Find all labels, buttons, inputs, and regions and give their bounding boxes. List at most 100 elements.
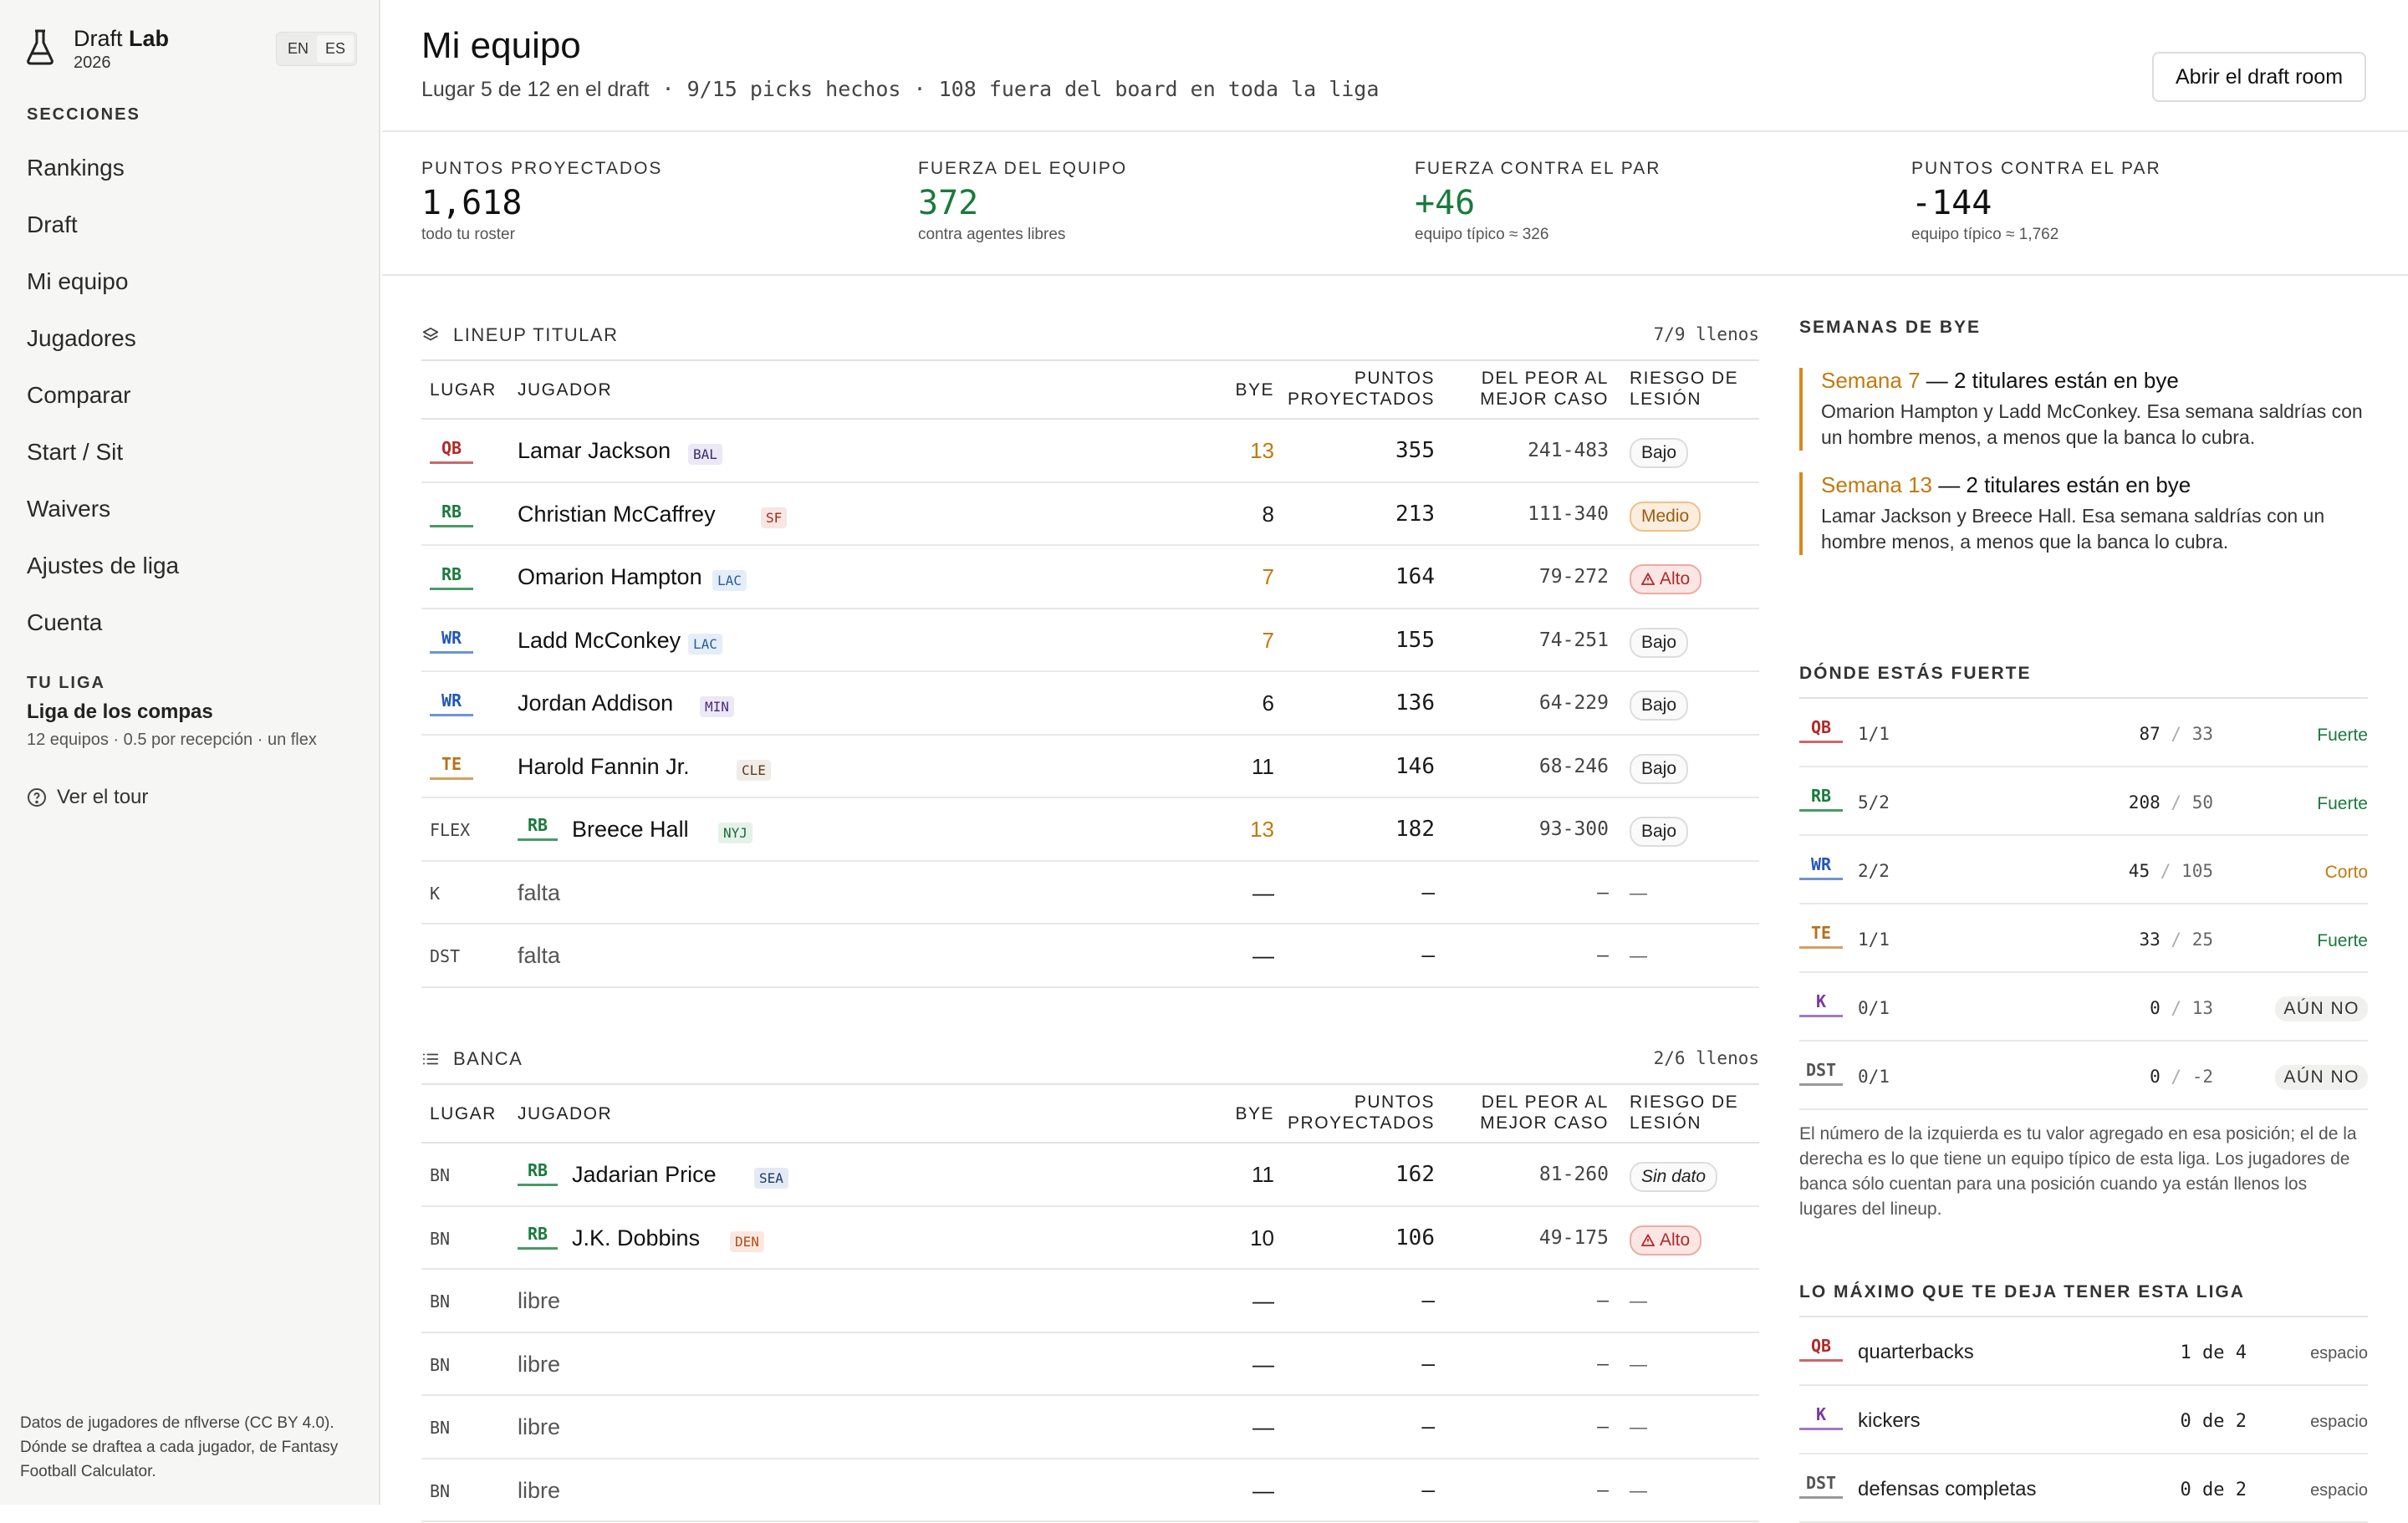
table-row[interactable]: BN libre — — — — [421, 1270, 1759, 1333]
table-row[interactable]: BN RB J.K. Dobbins DEN 10 106 49-175 Alto [421, 1207, 1759, 1270]
bye-week-card: Semana 7 — 2 titulares están en bye Omari… [1799, 368, 2368, 451]
bye-week: 7 [1262, 627, 1274, 653]
player-name[interactable]: Ladd McConkey [518, 628, 681, 654]
table-row[interactable]: DST falta — — — — [421, 924, 1759, 988]
position-badge: WR [1799, 854, 1843, 880]
projected-points: 136 [1395, 690, 1435, 716]
table-row[interactable]: BN RB Jadarian Price SEA 11 162 81-260 Sin dato [421, 1144, 1759, 1207]
stat-label: FUERZA CONTRA EL PAR [1415, 159, 1661, 178]
sidebar-item-cuenta[interactable]: Cuenta [27, 604, 361, 660]
team-badge: LAC [712, 570, 747, 591]
points-range: 81-260 [1538, 1164, 1609, 1185]
table-row[interactable]: BN libre — — — — [421, 1396, 1759, 1459]
projected-points: 355 [1395, 438, 1435, 463]
injury-risk-badge: — [1630, 1418, 1647, 1437]
projected-points: — [1421, 1288, 1435, 1313]
position-badge: WR [430, 690, 473, 716]
projected-points: — [1421, 1477, 1435, 1503]
tour-link[interactable]: Ver el tour [27, 786, 148, 809]
page-subtitle: Lugar 5 de 12 en el draft · 9/15 picks h… [421, 77, 1380, 101]
table-row[interactable]: RB Omarion Hampton LAC 7 164 79-272 Alto [421, 546, 1759, 609]
strength-row: K 0/1 0 / 13 AÚN NO [1799, 973, 2368, 1042]
bye-week: — [1252, 1477, 1274, 1503]
bye-week-heading: Semana 7 — 2 titulares están en bye [1821, 368, 2179, 393]
team-badge: MIN [700, 696, 734, 717]
team-badge: NYJ [718, 823, 752, 843]
position-badge: QB [1799, 1336, 1843, 1362]
sidebar-item-waivers[interactable]: Waivers [27, 490, 361, 547]
player-name: libre [518, 1288, 561, 1313]
sidebar-item-start-sit[interactable]: Start / Sit [27, 433, 361, 490]
table-row[interactable]: WR Jordan Addison MIN 6 136 64-229 Bajo [421, 672, 1759, 736]
slot-label: K [430, 883, 441, 904]
value-comparison: 208 / 50 [2128, 792, 2213, 812]
bye-week: 10 [1250, 1225, 1274, 1250]
points-range: 64-229 [1538, 692, 1609, 714]
strengths-panel: DÓNDE ESTÁS FUERTE QB 1/1 87 / 33 Fuerte RB 5… [1799, 664, 2368, 1222]
projected-points: 106 [1395, 1225, 1435, 1250]
main-content: Mi equipo Lugar 5 de 12 en el draft · 9/… [382, 0, 2408, 1523]
lang-en-button[interactable]: EN [279, 35, 317, 63]
table-row[interactable]: QB Lamar Jackson BAL 13 355 241-483 Bajo [421, 420, 1759, 483]
col-projected: PUNTOS PROYECTADOS [1288, 1093, 1435, 1133]
warning-icon [1640, 572, 1656, 585]
slot-label: BN [430, 1354, 451, 1375]
position-badge: DST [1799, 1060, 1843, 1086]
lang-es-button[interactable]: ES [317, 35, 355, 63]
injury-risk-badge: Bajo [1630, 627, 1689, 658]
player-name[interactable]: Jordan Addison [518, 690, 673, 716]
max-count: 1 de 4 [2180, 1342, 2247, 1363]
injury-risk-badge: — [1630, 1354, 1647, 1374]
injury-risk-badge: Bajo [1630, 817, 1689, 847]
table-row[interactable]: BN libre — — — — [421, 1459, 1759, 1522]
strength-row: RB 5/2 208 / 50 Fuerte [1799, 767, 2368, 836]
sidebar-item-ajustes-de-liga[interactable]: Ajustes de liga [27, 547, 361, 604]
projected-points: 213 [1395, 501, 1435, 527]
injury-risk-badge: Sin dato [1630, 1162, 1718, 1192]
player-name[interactable]: Harold Fannin Jr. [518, 754, 690, 780]
col-player: JUGADOR [518, 380, 613, 400]
stat-card: FUERZA DEL EQUIPO 372 contra agentes libre… [918, 159, 1127, 244]
col-bye: BYE [1235, 1104, 1274, 1123]
player-name[interactable]: J.K. Dobbins [572, 1225, 700, 1251]
player-name[interactable]: Jadarian Price [572, 1162, 717, 1188]
table-row[interactable]: Kfalta — — — — [421, 862, 1759, 924]
table-row[interactable]: WR Ladd McConkey LAC 7 155 74-251 Bajo [421, 609, 1759, 672]
points-range: — [1597, 881, 1609, 904]
sidebar-item-draft[interactable]: Draft [27, 206, 361, 262]
league-max-row: Kkickers 0 de 2 espacio [1799, 1386, 2368, 1454]
lineup-title: LINEUP TITULAR [421, 324, 618, 346]
player-name[interactable]: Christian McCaffrey [518, 502, 716, 527]
stat-caption: equipo típico ≈ 1,762 [1911, 226, 2059, 243]
position-name: quarterbacks [1858, 1341, 1974, 1363]
table-row[interactable]: FLEX RB Breece Hall NYJ 13 182 93-300 Bajo [421, 798, 1759, 862]
league-max-rows: QB quarterbacks 1 de 4 espacio Kkickers 0 de … [1799, 1317, 2368, 1523]
player-name[interactable]: Breece Hall [572, 817, 689, 843]
points-range: 79-272 [1538, 566, 1609, 588]
bye-week: 13 [1250, 438, 1274, 463]
points-range: — [1597, 1352, 1609, 1375]
league-max-row: QB quarterbacks 1 de 4 espacio [1799, 1317, 2368, 1386]
filled-ratio: 2/2 [1858, 861, 1890, 881]
points-range: — [1597, 1416, 1609, 1438]
bye-week: — [1252, 943, 1274, 968]
sidebar-item-comparar[interactable]: Comparar [27, 376, 361, 433]
table-row[interactable]: RB Christian McCaffrey SF 8 213 111-340 Medio [421, 483, 1759, 546]
open-draft-room-button[interactable]: Abrir el draft room [2152, 52, 2366, 102]
player-name[interactable]: Lamar Jackson [518, 438, 671, 464]
table-row[interactable]: BN libre — — — — [421, 1333, 1759, 1396]
bye-week: 8 [1262, 501, 1274, 527]
team-badge: SEA [754, 1168, 788, 1189]
sidebar-item-rankings[interactable]: Rankings [27, 149, 361, 206]
points-range: 68-246 [1538, 755, 1609, 777]
brand[interactable]: Draft Lab 2026 [25, 25, 169, 74]
sidebar-item-mi-equipo[interactable]: Mi equipo [27, 262, 361, 319]
sidebar-item-jugadores[interactable]: Jugadores [27, 319, 361, 376]
table-row[interactable]: TE Harold Fannin Jr. CLE 11 146 68-246 Bajo [421, 736, 1759, 798]
points-range: 74-251 [1538, 629, 1609, 651]
player-name[interactable]: Omarion Hampton [518, 564, 702, 590]
league-name[interactable]: Liga de los compas [27, 700, 213, 724]
col-range: DEL PEOR AL MEJOR CASO [1480, 369, 1609, 409]
player-name: falta [518, 943, 561, 968]
col-player: JUGADOR [518, 1104, 613, 1123]
